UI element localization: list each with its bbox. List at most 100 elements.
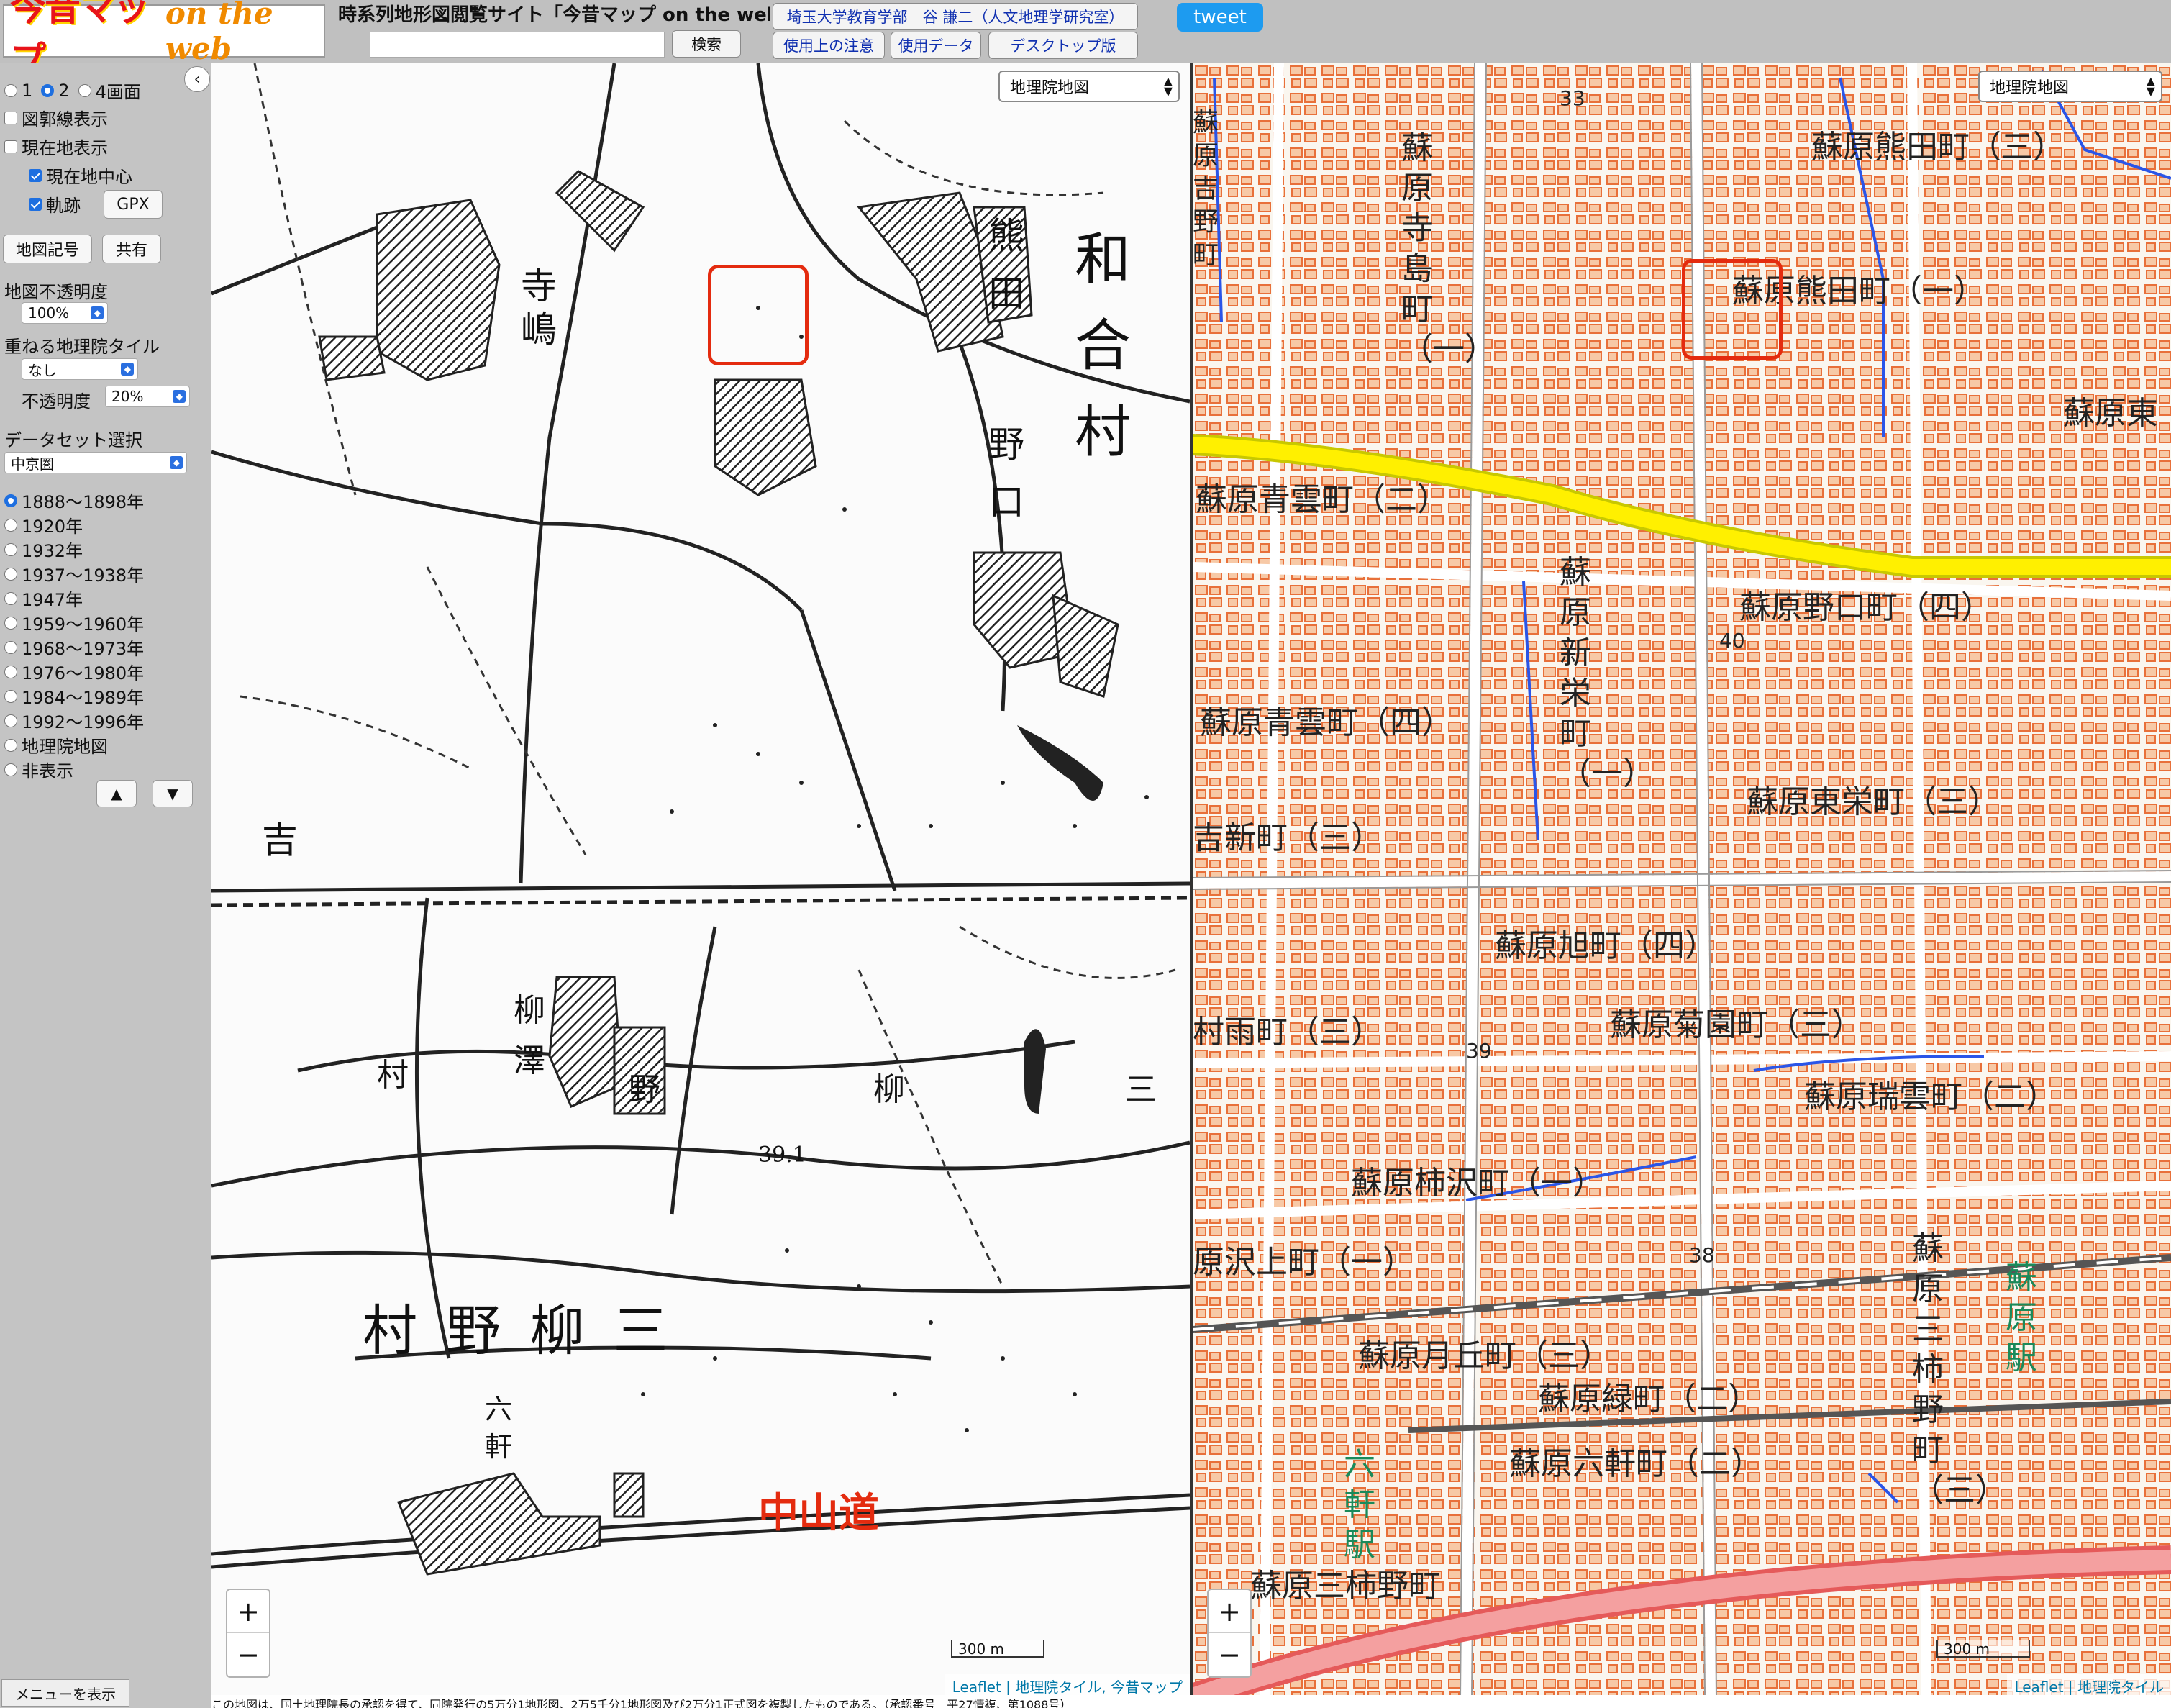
screen-1-radio[interactable]	[4, 83, 17, 97]
left-zoom-control: + −	[226, 1589, 270, 1678]
map-label: 合	[1075, 314, 1132, 378]
dataset-label: データセット選択	[4, 430, 142, 450]
map-label: 蘇原三柿野町	[1250, 1568, 1440, 1604]
period-radio[interactable]	[4, 518, 17, 532]
map-label: 原沢上町（一）	[1193, 1244, 1414, 1281]
track-row[interactable]: 軌跡	[29, 191, 81, 217]
up-arrow-button[interactable]: ▲	[96, 780, 137, 807]
period-radio[interactable]	[4, 738, 17, 752]
map-symbols-button[interactable]: 地図記号	[3, 235, 92, 263]
period-radio[interactable]	[4, 640, 17, 654]
period-option[interactable]: 1976〜1980年	[4, 659, 144, 684]
period-radio[interactable]	[4, 714, 17, 727]
spot-height: 40	[1719, 629, 1745, 653]
period-option[interactable]: 非表示	[4, 757, 73, 782]
logo-subtext: on the web	[165, 0, 273, 66]
tweet-button[interactable]: tweet	[1177, 3, 1263, 32]
share-button[interactable]: 共有	[102, 235, 161, 263]
nakasendo-label: 中山道	[758, 1490, 879, 1537]
station-label: 蘇原駅	[2006, 1259, 2037, 1376]
right-layer-select[interactable]: 地理院地図 ▲ ▼	[1978, 71, 2162, 102]
map-label: 蘇原六軒町（二）	[1509, 1445, 1762, 1482]
period-radio[interactable]	[4, 616, 17, 630]
period-label: 1984〜1989年	[22, 688, 145, 708]
period-radio[interactable]	[4, 567, 17, 581]
period-option[interactable]: 1937〜1938年	[4, 561, 144, 586]
search-input[interactable]	[370, 32, 665, 58]
copyright-footer: この地図は、国土地理院長の承認を得て、同院発行の5万分1地形図、2万5千分1地形…	[211, 1695, 2171, 1708]
map-label: 野	[629, 1071, 660, 1108]
period-option[interactable]: 1992〜1996年	[4, 708, 144, 733]
period-label: 1959〜1960年	[22, 614, 145, 635]
map-label: 蘇原緑町（二）	[1538, 1381, 1760, 1417]
collapse-sidebar-icon[interactable]: ‹	[184, 66, 210, 92]
period-radio[interactable]	[4, 665, 17, 678]
zoom-out-button[interactable]: −	[227, 1633, 269, 1676]
map-label: 村 野 柳 三	[363, 1299, 674, 1363]
period-radio[interactable]	[4, 689, 17, 703]
map-label: 蘇原熊田町（三）	[1811, 129, 2065, 165]
left-attribution-text[interactable]: | 地理院タイル, 今昔マップ	[1001, 1679, 1183, 1696]
left-layer-select[interactable]: 地理院地図 ▲ ▼	[998, 71, 1180, 102]
university-link[interactable]: 埼玉大学教育学部 谷 謙二（人文地理学研究室）	[773, 3, 1138, 30]
grid-lines-row[interactable]: 図郭線表示	[4, 105, 108, 130]
center-current-row[interactable]: 現在地中心	[29, 163, 132, 188]
station-label: 六軒駅	[1344, 1446, 1375, 1563]
period-label: 1992〜1996年	[22, 712, 145, 732]
search-button[interactable]: 検索	[672, 30, 741, 58]
leaflet-link[interactable]: Leaflet	[952, 1679, 1001, 1696]
period-radio[interactable]	[4, 591, 17, 605]
data-used-link[interactable]: 使用データ	[891, 32, 981, 59]
track-checkbox[interactable]	[29, 197, 42, 211]
gpx-button[interactable]: GPX	[104, 190, 163, 219]
period-label: 1920年	[22, 517, 83, 537]
leaflet-link[interactable]: Leaflet	[2014, 1679, 2063, 1696]
highlight-box	[708, 265, 809, 365]
period-radio[interactable]	[4, 763, 17, 776]
current-location-checkbox[interactable]	[4, 140, 17, 153]
modern-map-pane[interactable]: 蘇原熊田町（三） 蘇原熊田町（一） 蘇原寺島町（一） 蘇原青雲町（二） 蘇原野口…	[1193, 63, 2171, 1698]
right-scale-bar: 300 m	[1936, 1640, 2030, 1658]
old-map-labels: 寺 嶋 和 合 村 熊 田 野 口 吉 柳 澤 村 野 柳 三 村 野 柳 三 …	[211, 63, 1190, 1698]
map-label: 蘇原野口町（四）	[1739, 589, 1993, 626]
zoom-out-button[interactable]: −	[1209, 1633, 1250, 1676]
show-menu-button[interactable]: メニューを表示	[1, 1679, 129, 1707]
overlay-opacity-value: 20%	[111, 388, 144, 405]
period-label: 1976〜1980年	[22, 663, 145, 683]
track-label: 軌跡	[46, 196, 81, 216]
map-label: 蘇原旭町（四）	[1495, 927, 1716, 964]
map-label: 蘇原菊園町（三）	[1610, 1007, 1863, 1043]
period-option[interactable]: 1968〜1973年	[4, 635, 144, 660]
current-location-row[interactable]: 現在地表示	[4, 134, 108, 159]
zoom-in-button[interactable]: +	[1209, 1590, 1250, 1633]
period-option[interactable]: 1932年	[4, 537, 83, 562]
overlay-opacity-select[interactable]: 20% ◆	[105, 386, 190, 407]
usage-notes-link[interactable]: 使用上の注意	[773, 32, 885, 59]
period-label: 非表示	[22, 761, 73, 781]
zoom-in-button[interactable]: +	[227, 1590, 269, 1633]
dataset-select[interactable]: 中京圏 ◆	[4, 452, 187, 473]
opacity-label: 地図不透明度	[4, 282, 108, 302]
map-label: 蘇原東	[2063, 395, 2158, 432]
down-arrow-button[interactable]: ▼	[153, 780, 193, 807]
period-radio[interactable]	[4, 494, 17, 507]
period-radio[interactable]	[4, 542, 17, 556]
desktop-version-link[interactable]: デスクトップ版	[988, 32, 1138, 59]
period-option[interactable]: 1984〜1989年	[4, 683, 144, 709]
period-option[interactable]: 1959〜1960年	[4, 610, 144, 635]
period-option[interactable]: 地理院地図	[4, 732, 108, 758]
site-logo[interactable]: 今昔マップ on the web	[3, 0, 325, 81]
overlay-select[interactable]: なし ◆	[22, 358, 138, 380]
opacity-select[interactable]: 100% ◆	[22, 302, 108, 324]
grid-lines-checkbox[interactable]	[4, 111, 17, 124]
period-option[interactable]: 1920年	[4, 512, 83, 537]
center-current-checkbox[interactable]	[29, 168, 42, 182]
period-option[interactable]: 1947年	[4, 586, 83, 611]
right-attribution-text[interactable]: | 地理院タイル	[2064, 1679, 2164, 1696]
screen-4-radio[interactable]	[78, 83, 91, 97]
map-label: 蘇原新栄町（一）	[1560, 554, 1655, 792]
screen-4-label: 4画面	[95, 82, 141, 102]
old-map-pane[interactable]: 寺 嶋 和 合 村 熊 田 野 口 吉 柳 澤 村 野 柳 三 村 野 柳 三 …	[211, 63, 1190, 1698]
period-option[interactable]: 1888〜1898年	[4, 488, 144, 513]
screen-2-radio[interactable]	[41, 83, 55, 97]
